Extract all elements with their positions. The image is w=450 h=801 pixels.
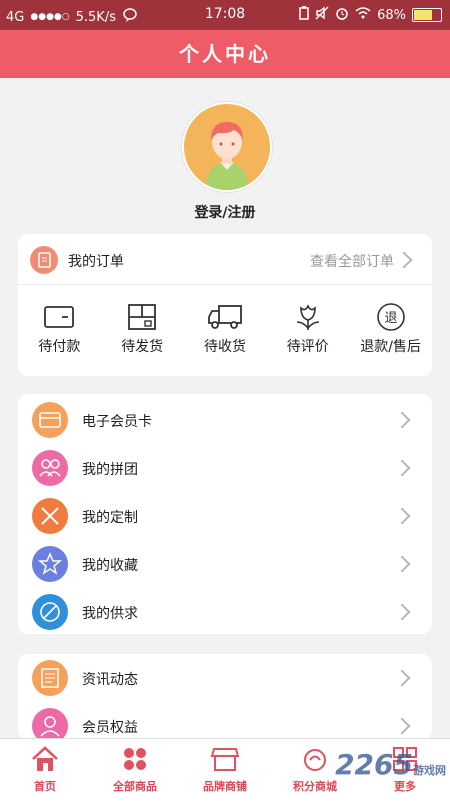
chevron-right-icon bbox=[393, 603, 411, 621]
grid-icon bbox=[124, 748, 146, 770]
menu-group-1: 电子会员卡 我的拼团 我的定制 我的收藏 我的供求 bbox=[18, 394, 432, 634]
wifi-icon bbox=[355, 7, 371, 23]
login-register-link[interactable]: 登录/注册 bbox=[0, 202, 450, 222]
alarm-icon bbox=[335, 6, 349, 24]
member-card-icon bbox=[32, 402, 68, 438]
menu-item-customize[interactable]: 我的定制 bbox=[18, 492, 432, 540]
order-status-label: 待付款 bbox=[38, 339, 81, 355]
menu-item-label: 我的拼团 bbox=[82, 462, 138, 478]
group-icon bbox=[32, 450, 68, 486]
star-icon bbox=[32, 546, 68, 582]
refund-icon: 退 bbox=[376, 303, 405, 331]
page-title: 个人中心 bbox=[0, 30, 450, 78]
my-orders-title: 我的订单 bbox=[68, 254, 124, 270]
menu-group-2: 资讯动态 会员权益 bbox=[18, 654, 432, 744]
menu-item-group-buy[interactable]: 我的拼团 bbox=[18, 444, 432, 492]
wallet-icon bbox=[44, 306, 75, 328]
tab-label: 品牌商铺 bbox=[203, 780, 247, 793]
chevron-right-icon bbox=[395, 251, 413, 269]
menu-item-label: 我的收藏 bbox=[82, 558, 138, 574]
status-bar: 4G ●●●●○ 5.5K/s 17:08 68% bbox=[0, 0, 450, 30]
tab-label: 全部商品 bbox=[113, 780, 157, 793]
tab-label: 积分商城 bbox=[293, 780, 337, 793]
chevron-right-icon bbox=[393, 459, 411, 477]
menu-item-label: 电子会员卡 bbox=[82, 414, 152, 430]
watermark-sub: 游戏网 bbox=[413, 764, 446, 777]
news-icon bbox=[32, 660, 68, 696]
order-status-refund[interactable]: 退 退款/售后 bbox=[349, 294, 432, 374]
chevron-right-icon bbox=[393, 411, 411, 429]
chevron-right-icon bbox=[393, 507, 411, 525]
battery-percent: 68% bbox=[377, 7, 406, 23]
view-all-orders-link[interactable]: 查看全部订单 bbox=[310, 251, 394, 271]
shop-icon bbox=[210, 748, 240, 771]
tab-label: 更多 bbox=[394, 780, 416, 793]
supply-icon bbox=[32, 594, 68, 630]
battery-icon bbox=[412, 8, 442, 22]
watermark-text: 2265 bbox=[335, 748, 413, 781]
tab-home[interactable]: 首页 bbox=[0, 739, 90, 801]
tab-all-products[interactable]: 全部商品 bbox=[90, 739, 180, 801]
order-status-pending-payment[interactable]: 待付款 bbox=[18, 294, 101, 374]
mute-icon bbox=[315, 6, 329, 24]
order-status-label: 待评价 bbox=[286, 339, 329, 355]
avatar[interactable] bbox=[182, 102, 272, 192]
menu-item-label: 资讯动态 bbox=[82, 672, 138, 688]
order-status-label: 退款/售后 bbox=[360, 339, 421, 355]
refund-glyph: 退 bbox=[384, 311, 397, 326]
customize-icon bbox=[32, 498, 68, 534]
menu-item-favorites[interactable]: 我的收藏 bbox=[18, 540, 432, 588]
points-icon bbox=[304, 749, 326, 771]
tab-label: 首页 bbox=[34, 780, 56, 793]
chevron-right-icon bbox=[393, 669, 411, 687]
orders-card: 我的订单 查看全部订单 待付款 待发货 待收货 待评价 退 退款/售后 bbox=[18, 234, 432, 376]
order-list-icon bbox=[30, 246, 58, 274]
tab-brand-shops[interactable]: 品牌商铺 bbox=[180, 739, 270, 801]
flower-icon bbox=[296, 304, 319, 330]
order-status-label: 待收货 bbox=[203, 339, 246, 355]
order-status-pending-shipment[interactable]: 待发货 bbox=[101, 294, 184, 374]
menu-item-member-card[interactable]: 电子会员卡 bbox=[18, 396, 432, 444]
truck-icon bbox=[208, 305, 242, 329]
my-orders-row[interactable]: 我的订单 查看全部订单 bbox=[18, 234, 432, 285]
package-icon bbox=[128, 304, 157, 330]
menu-item-label: 会员权益 bbox=[82, 720, 138, 736]
home-icon bbox=[32, 746, 58, 771]
menu-item-news[interactable]: 资讯动态 bbox=[18, 654, 432, 702]
watermark: 2265游戏网 bbox=[335, 748, 446, 781]
menu-item-label: 我的定制 bbox=[82, 510, 138, 526]
menu-item-label: 我的供求 bbox=[82, 606, 138, 622]
order-status-label: 待发货 bbox=[121, 339, 164, 355]
chevron-right-icon bbox=[393, 555, 411, 573]
order-status-pending-review[interactable]: 待评价 bbox=[266, 294, 349, 374]
menu-item-supply-demand[interactable]: 我的供求 bbox=[18, 588, 432, 636]
chevron-right-icon bbox=[393, 717, 411, 735]
order-status-pending-receipt[interactable]: 待收货 bbox=[184, 294, 267, 374]
charging-icon bbox=[299, 6, 309, 24]
